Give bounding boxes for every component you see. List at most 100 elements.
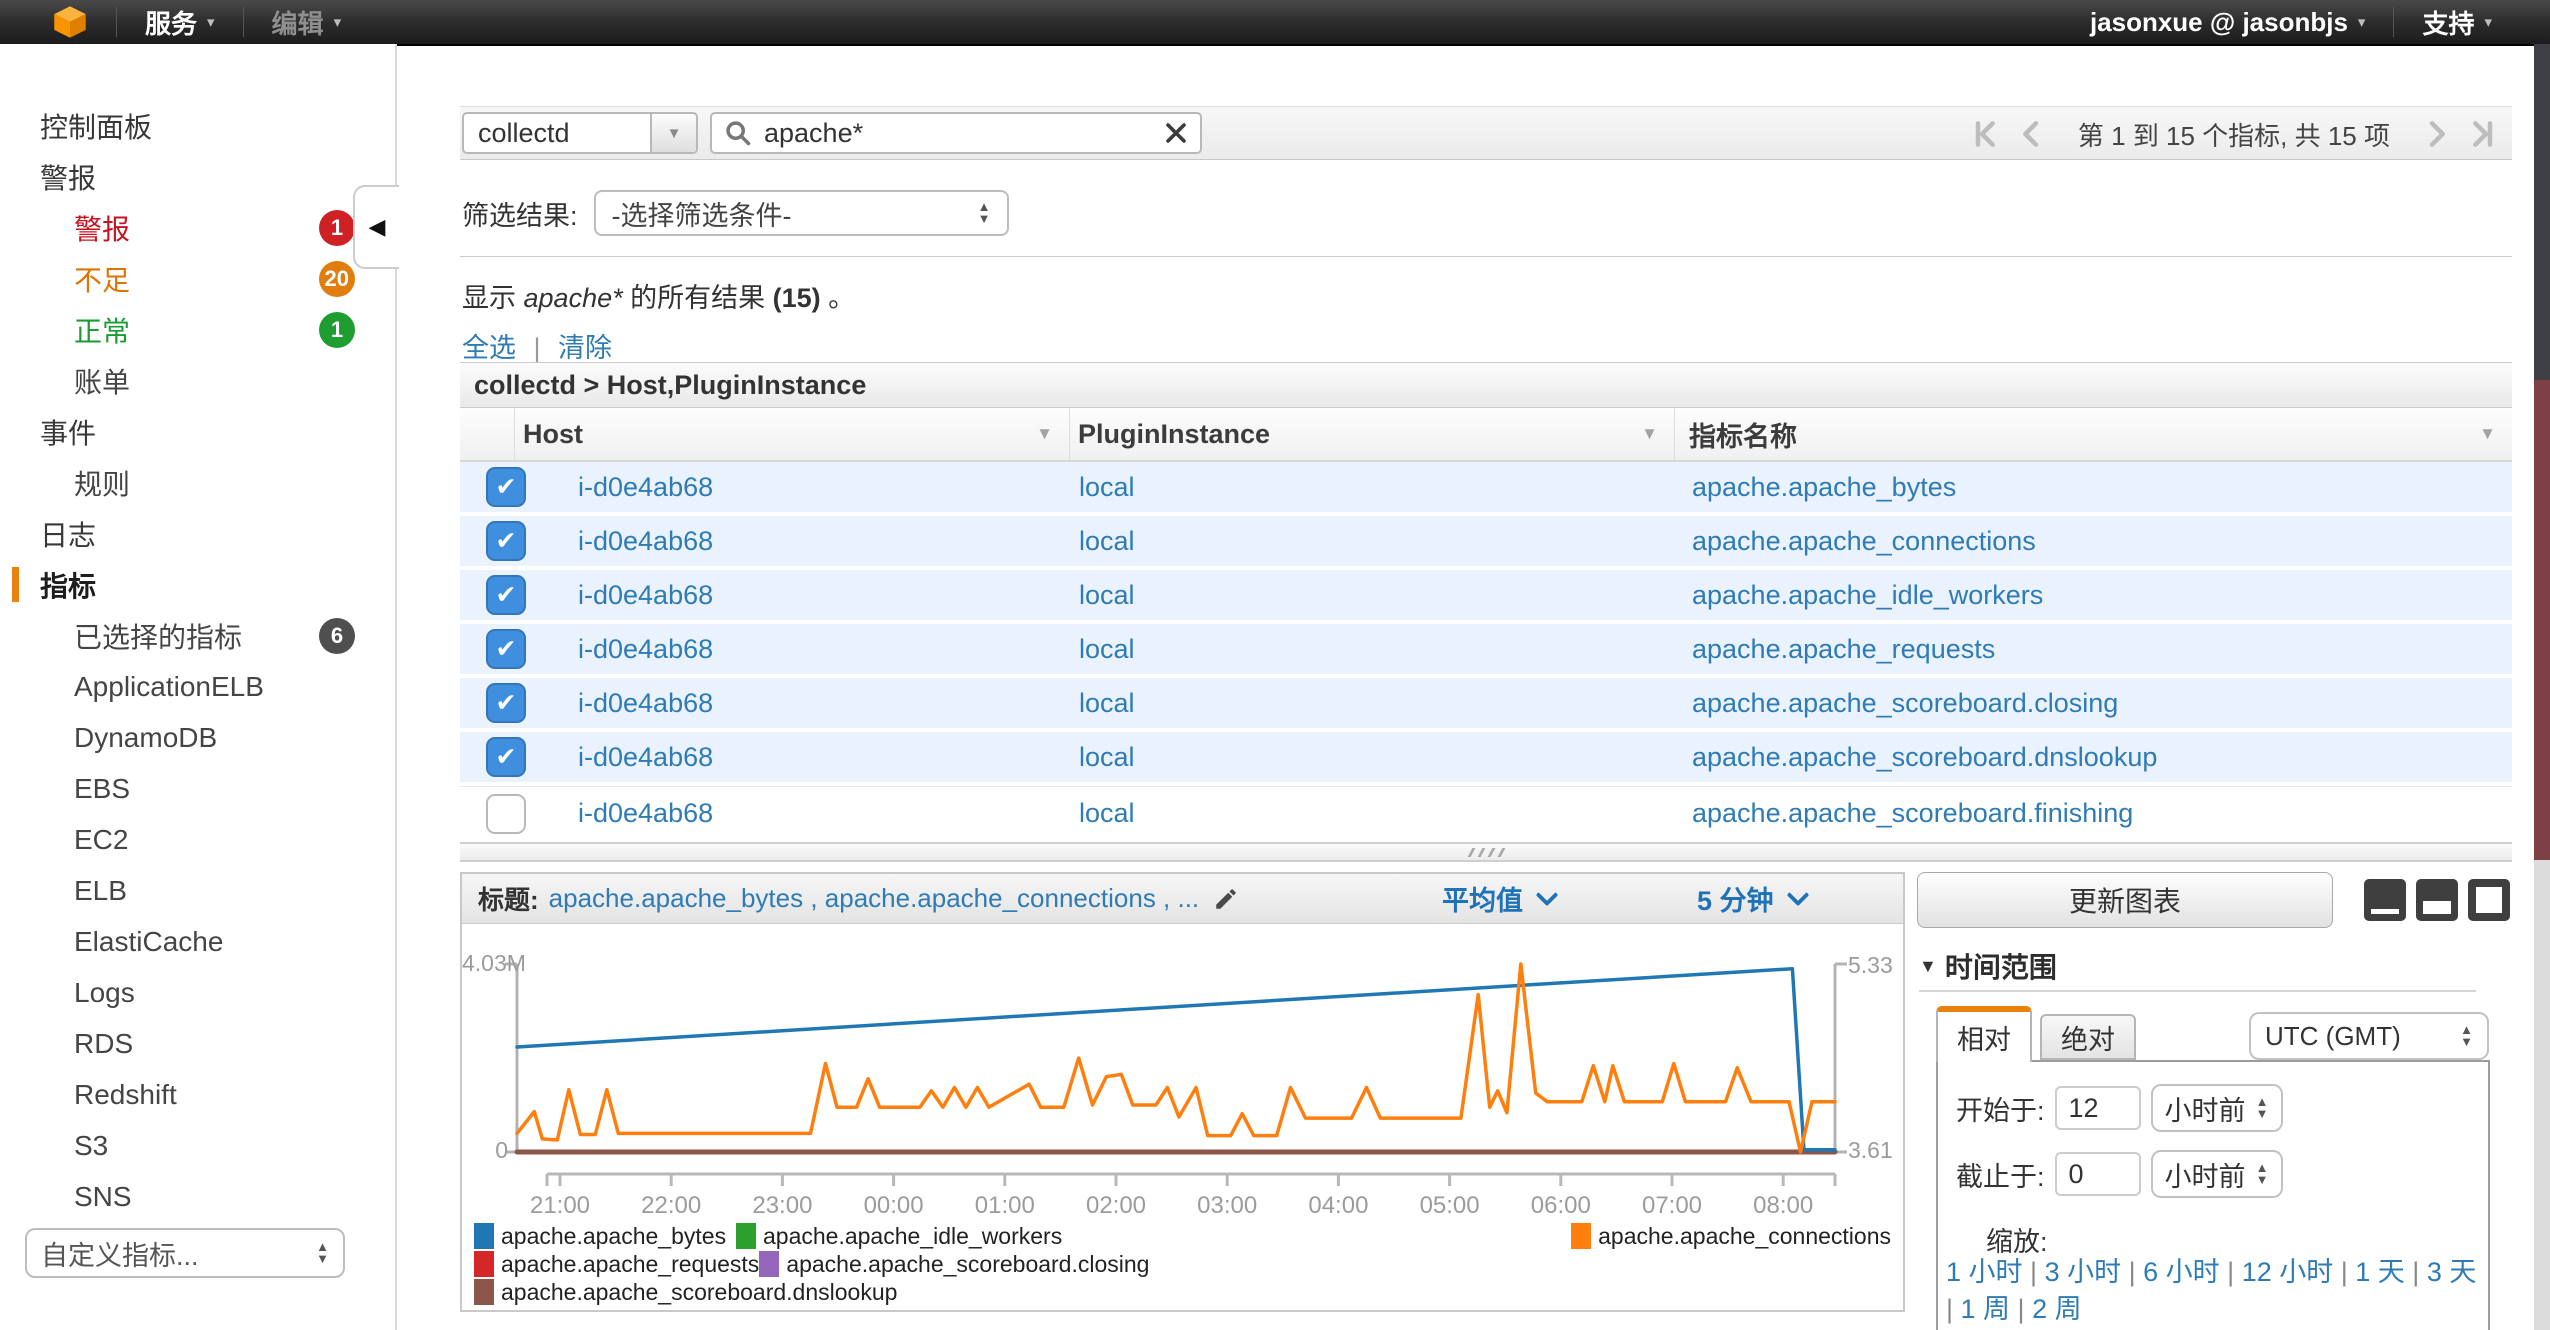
edit-title-icon[interactable]: [1213, 886, 1239, 912]
plugin-link[interactable]: local: [1070, 742, 1675, 773]
metric-link[interactable]: apache.apache_scoreboard.closing: [1675, 688, 2512, 719]
sidebar-item[interactable]: DynamoDB: [0, 712, 395, 763]
sidebar-item[interactable]: 控制面板: [0, 100, 395, 151]
nav-account-menu[interactable]: jasonxue @ jasonbjs ▾: [2090, 7, 2366, 38]
row-checkbox[interactable]: ✔: [486, 629, 526, 669]
sidebar-collapse-button[interactable]: ◀: [353, 185, 399, 269]
legend-item[interactable]: apache.apache_bytes: [474, 1223, 736, 1250]
sidebar-item[interactable]: Logs: [0, 967, 395, 1018]
start-value-input[interactable]: [2055, 1086, 2141, 1130]
metric-link[interactable]: apache.apache_scoreboard.finishing: [1675, 798, 2512, 829]
sort-down-icon[interactable]: ▼: [1641, 424, 1658, 444]
scrollbar-thumb[interactable]: [2534, 380, 2550, 860]
sidebar-item[interactable]: 警报: [0, 151, 395, 202]
host-link[interactable]: i-d0e4ab68: [578, 688, 1070, 719]
legend-item[interactable]: apache.apache_requests: [474, 1251, 759, 1278]
table-resize-handle[interactable]: [460, 842, 2512, 862]
sidebar-item[interactable]: 已选择的指标6: [0, 610, 395, 661]
zoom-link[interactable]: 3 小时: [2045, 1257, 2122, 1287]
update-graph-button[interactable]: 更新图表: [1917, 872, 2333, 928]
sidebar-item[interactable]: 不足20: [0, 253, 395, 304]
end-value-input[interactable]: [2055, 1152, 2141, 1196]
metric-link[interactable]: apache.apache_bytes: [1675, 472, 2512, 503]
sidebar-item[interactable]: 指标: [0, 559, 395, 610]
sidebar-item[interactable]: ApplicationELB: [0, 661, 395, 712]
sidebar-item[interactable]: EBS: [0, 763, 395, 814]
time-range-header[interactable]: ▼ 时间范围: [1919, 946, 2057, 986]
chart-title-value[interactable]: apache.apache_bytes , apache.apache_conn…: [549, 883, 1199, 914]
scrollbar-track[interactable]: [2534, 44, 2550, 1330]
row-checkbox[interactable]: ✔: [486, 737, 526, 777]
sidebar-item[interactable]: ELB: [0, 865, 395, 916]
clear-search-icon[interactable]: [1164, 121, 1188, 145]
metric-link[interactable]: apache.apache_requests: [1675, 634, 2512, 665]
prev-page-icon[interactable]: [2016, 118, 2048, 150]
plugin-link[interactable]: local: [1070, 580, 1675, 611]
first-page-icon[interactable]: [1970, 118, 2002, 150]
host-link[interactable]: i-d0e4ab68: [578, 472, 1070, 503]
custom-metric-select[interactable]: 自定义指标... ▲▼: [25, 1228, 345, 1278]
next-page-icon[interactable]: [2420, 118, 2452, 150]
zoom-link[interactable]: 1 小时: [1946, 1257, 2023, 1287]
statistic-dropdown[interactable]: 平均值: [1442, 879, 1555, 918]
sidebar-item[interactable]: 账单: [0, 355, 395, 406]
layout-split-icon[interactable]: [2416, 879, 2458, 921]
select-all-link[interactable]: 全选: [462, 333, 516, 363]
layout-full-icon[interactable]: [2468, 879, 2510, 921]
zoom-link[interactable]: 6 小时: [2143, 1257, 2220, 1287]
row-checkbox[interactable]: ✔: [486, 467, 526, 507]
sidebar-item[interactable]: 正常1: [0, 304, 395, 355]
plugin-link[interactable]: local: [1070, 798, 1675, 829]
layout-bottom-bar-icon[interactable]: [2364, 879, 2406, 921]
sidebar-item[interactable]: 规则: [0, 457, 395, 508]
zoom-link[interactable]: 1 周: [1961, 1294, 2011, 1324]
zoom-link[interactable]: 2 周: [2032, 1294, 2082, 1324]
legend-item[interactable]: apache.apache_scoreboard.dnslookup: [474, 1279, 897, 1306]
sidebar-item[interactable]: 日志: [0, 508, 395, 559]
sidebar-item[interactable]: EC2: [0, 814, 395, 865]
metric-link[interactable]: apache.apache_idle_workers: [1675, 580, 2512, 611]
host-link[interactable]: i-d0e4ab68: [578, 580, 1070, 611]
namespace-select[interactable]: collectd ▼: [462, 112, 698, 154]
plugin-link[interactable]: local: [1070, 688, 1675, 719]
host-link[interactable]: i-d0e4ab68: [578, 742, 1070, 773]
nav-services[interactable]: 服务 ▾: [145, 4, 215, 41]
start-unit-select[interactable]: 小时前 ▲▼: [2151, 1084, 2283, 1132]
nav-support-menu[interactable]: 支持 ▾: [2422, 4, 2492, 41]
tab-absolute[interactable]: 绝对: [2040, 1014, 2136, 1060]
host-link[interactable]: i-d0e4ab68: [578, 798, 1070, 829]
row-checkbox[interactable]: ✔: [486, 575, 526, 615]
search-input[interactable]: [762, 117, 1154, 150]
tab-relative[interactable]: 相对: [1936, 1006, 2032, 1062]
sort-down-icon[interactable]: ▼: [2479, 424, 2496, 444]
legend-item[interactable]: apache.apache_scoreboard.closing: [759, 1251, 1149, 1278]
plugin-link[interactable]: local: [1070, 526, 1675, 557]
host-link[interactable]: i-d0e4ab68: [578, 634, 1070, 665]
zoom-link[interactable]: 3 天: [2427, 1257, 2477, 1287]
plugin-link[interactable]: local: [1070, 634, 1675, 665]
timezone-select[interactable]: UTC (GMT) ▲▼: [2249, 1012, 2489, 1060]
last-page-icon[interactable]: [2466, 118, 2498, 150]
sidebar-item[interactable]: 事件: [0, 406, 395, 457]
row-checkbox[interactable]: [486, 794, 526, 834]
sidebar-item[interactable]: S3: [0, 1120, 395, 1171]
zoom-link[interactable]: 12 小时: [2242, 1257, 2334, 1287]
column-header-plugininstance[interactable]: PluginInstance ▼: [1070, 408, 1675, 460]
row-checkbox[interactable]: ✔: [486, 521, 526, 561]
sidebar-item[interactable]: ElastiCache: [0, 916, 395, 967]
plugin-link[interactable]: local: [1070, 472, 1675, 503]
aws-logo-icon[interactable]: [52, 4, 88, 40]
end-unit-select[interactable]: 小时前 ▲▼: [2151, 1150, 2283, 1198]
sidebar-item[interactable]: RDS: [0, 1018, 395, 1069]
legend-item[interactable]: apache.apache_idle_workers: [736, 1223, 1062, 1250]
nav-edit[interactable]: 编辑 ▾: [272, 4, 342, 41]
metric-link[interactable]: apache.apache_connections: [1675, 526, 2512, 557]
metric-link[interactable]: apache.apache_scoreboard.dnslookup: [1675, 742, 2512, 773]
column-header-host[interactable]: Host ▼: [515, 408, 1070, 460]
row-checkbox[interactable]: ✔: [486, 683, 526, 723]
filter-select[interactable]: -选择筛选条件- ▲▼: [594, 190, 1009, 236]
sidebar-item[interactable]: SNS: [0, 1171, 395, 1222]
column-header-metric-name[interactable]: 指标名称 ▼: [1675, 408, 2512, 460]
zoom-link[interactable]: 1 天: [2355, 1257, 2405, 1287]
legend-item[interactable]: apache.apache_connections: [1571, 1223, 1891, 1250]
